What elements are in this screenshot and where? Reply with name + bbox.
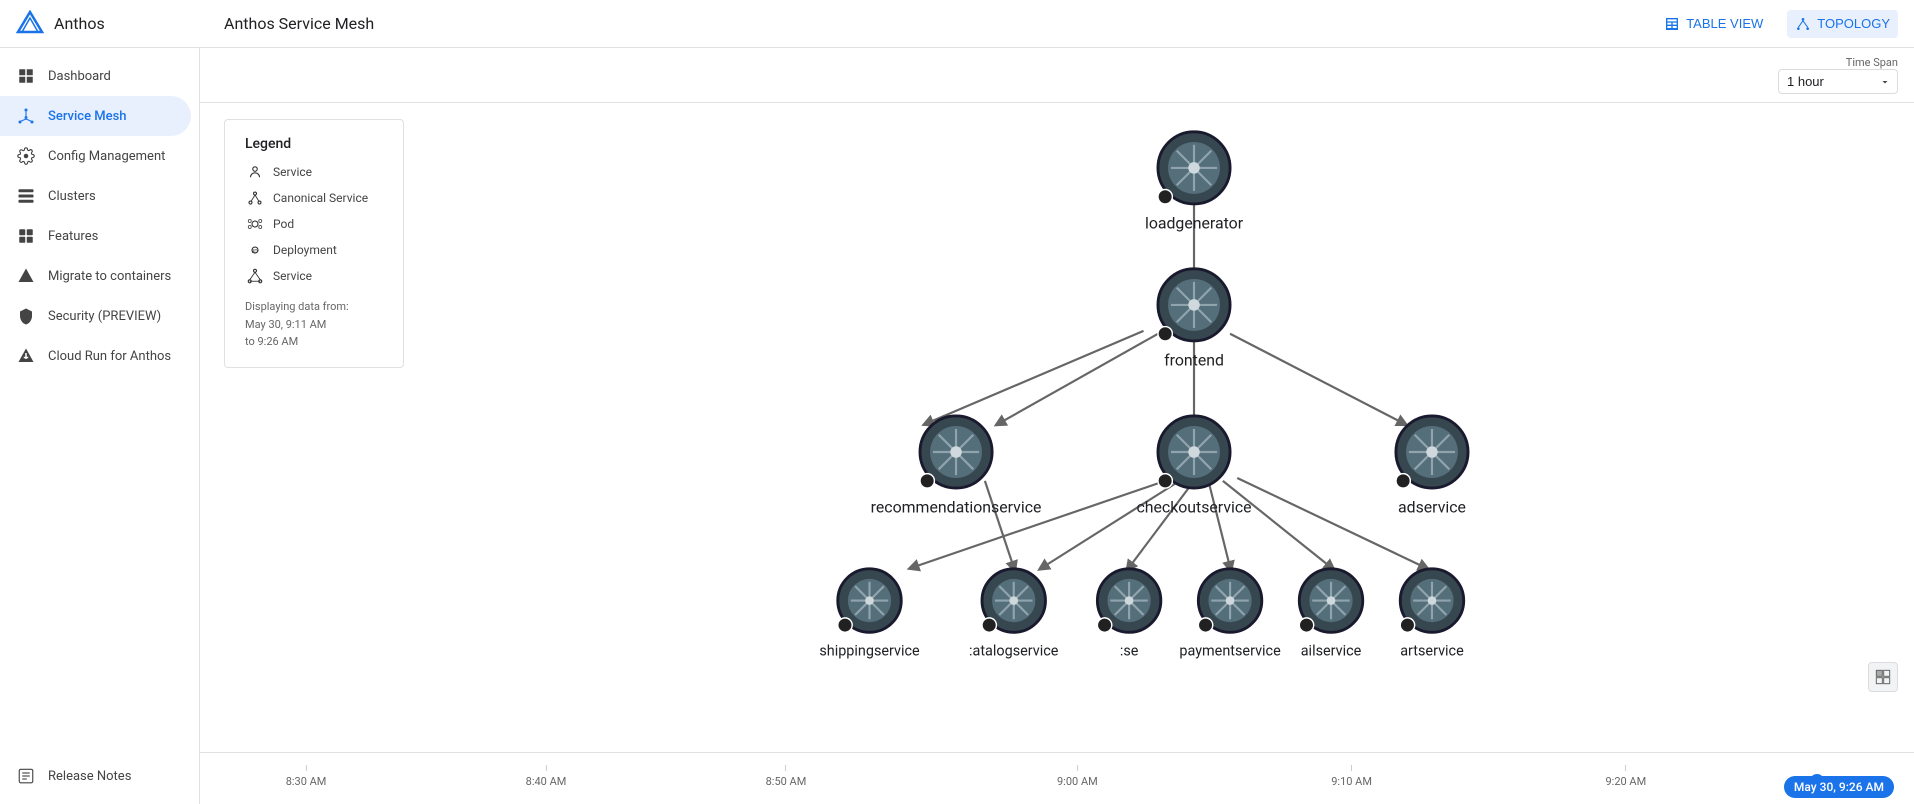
svg-text:paymentservice: paymentservice — [1179, 642, 1281, 659]
node-adservice[interactable]: adservice — [1396, 416, 1468, 517]
topbar: Anthos Anthos Service Mesh TABLE VIEW TO… — [0, 0, 1914, 48]
graph-area: Legend Service Canonical Service — [200, 103, 1914, 752]
timeline-label-850: 8:50 AM — [766, 775, 807, 788]
svg-text::se: :se — [1120, 642, 1139, 659]
node-currencyservice[interactable]: artservice — [1400, 569, 1464, 660]
svg-text:shippingservice: shippingservice — [819, 642, 920, 659]
clusters-label: Clusters — [48, 189, 96, 204]
node-catalogservice[interactable]: :atalogservice — [969, 569, 1059, 660]
sidebar-item-config-management[interactable]: Config Management — [0, 136, 191, 176]
sidebar-item-clusters[interactable]: Clusters — [0, 176, 191, 216]
app-title: Anthos — [54, 14, 105, 33]
security-icon — [16, 306, 36, 326]
dashboard-icon — [16, 66, 36, 86]
node-frontend[interactable]: frontend — [1158, 269, 1230, 370]
minimap-button[interactable] — [1868, 662, 1898, 692]
sidebar-item-migrate[interactable]: Migrate to containers — [0, 256, 191, 296]
security-label: Security (PREVIEW) — [48, 309, 161, 324]
node-recommendationservice[interactable]: recommendationservice — [871, 416, 1042, 517]
content-area: Time Span 1 hour 3 hours 6 hours 12 hour… — [200, 48, 1914, 804]
timeline-tick-900: 9:00 AM — [1057, 765, 1098, 788]
features-label: Features — [48, 229, 98, 244]
node-emailservice[interactable]: ailservice — [1299, 569, 1362, 660]
svg-text:ailservice: ailservice — [1301, 642, 1362, 659]
timeline-label-920: 9:20 AM — [1605, 775, 1646, 788]
sidebar-item-security[interactable]: Security (PREVIEW) — [0, 296, 191, 336]
cloud-run-label: Cloud Run for Anthos — [48, 349, 171, 364]
node-se[interactable]: :se — [1097, 569, 1160, 660]
timeline-inner: 8:30 AM 8:40 AM 8:50 AM 9:00 AM 9:10 AM — [200, 765, 1914, 804]
clusters-icon — [16, 186, 36, 206]
content-toolbar: Time Span 1 hour 3 hours 6 hours 12 hour… — [200, 48, 1914, 103]
node-loadgenerator[interactable]: loadgenerator — [1145, 132, 1244, 233]
cloud-run-icon — [16, 346, 36, 366]
sidebar-item-dashboard[interactable]: Dashboard — [0, 56, 191, 96]
timeline-tick-910: 9:10 AM — [1331, 765, 1372, 788]
sidebar-item-features[interactable]: Features — [0, 216, 191, 256]
svg-text:artservice: artservice — [1400, 642, 1464, 659]
svg-text:frontend: frontend — [1164, 350, 1224, 369]
migrate-icon — [16, 266, 36, 286]
dashboard-label: Dashboard — [48, 69, 111, 84]
config-icon — [16, 146, 36, 166]
time-span-select[interactable]: 1 hour 3 hours 6 hours 12 hours 1 day 7 … — [1778, 69, 1898, 94]
release-notes-label: Release Notes — [48, 769, 131, 784]
node-paymentservice[interactable]: paymentservice — [1179, 569, 1281, 660]
page-title: Anthos Service Mesh — [216, 14, 1656, 33]
sidebar-item-release-notes[interactable]: Release Notes — [0, 756, 191, 796]
migrate-label: Migrate to containers — [48, 269, 171, 284]
logo-area: Anthos — [16, 10, 216, 38]
main-layout: Dashboard Service Mesh Config Management… — [0, 48, 1914, 804]
sidebar: Dashboard Service Mesh Config Management… — [0, 48, 200, 804]
topology-graph[interactable]: loadgenerator frontend — [200, 103, 1914, 752]
svg-text:loadgenerator: loadgenerator — [1145, 213, 1244, 232]
config-management-label: Config Management — [48, 149, 165, 164]
svg-text:checkoutservice: checkoutservice — [1136, 498, 1251, 517]
timeline-current-badge: May 30, 9:26 AM — [1784, 776, 1894, 798]
service-mesh-icon — [16, 106, 36, 126]
table-view-label: TABLE VIEW — [1686, 16, 1763, 31]
timeline-label-900: 9:00 AM — [1057, 775, 1098, 788]
timeline-tick-850: 8:50 AM — [766, 765, 807, 788]
time-span-label: Time Span — [1846, 56, 1898, 69]
topology-icon — [1795, 16, 1811, 32]
timeline-label-840: 8:40 AM — [526, 775, 567, 788]
node-checkoutservice[interactable]: checkoutservice — [1136, 416, 1251, 517]
timeline-tick-830: 8:30 AM — [286, 765, 327, 788]
timeline-tick-920: 9:20 AM — [1605, 765, 1646, 788]
time-span-group: Time Span 1 hour 3 hours 6 hours 12 hour… — [1778, 56, 1898, 94]
anthos-logo-icon — [16, 10, 44, 38]
timeline-label-910: 9:10 AM — [1331, 775, 1372, 788]
node-shippingservice[interactable]: shippingservice — [819, 569, 920, 660]
timeline-label-830: 8:30 AM — [286, 775, 327, 788]
svg-text:recommendationservice: recommendationservice — [871, 498, 1042, 517]
features-icon — [16, 226, 36, 246]
svg-text:adservice: adservice — [1398, 498, 1466, 517]
notes-icon — [16, 766, 36, 786]
timeline: 8:30 AM 8:40 AM 8:50 AM 9:00 AM 9:10 AM — [200, 752, 1914, 804]
table-view-button[interactable]: TABLE VIEW — [1656, 10, 1771, 38]
topology-label: TOPOLOGY — [1817, 16, 1890, 31]
table-icon — [1664, 16, 1680, 32]
timeline-tick-840: 8:40 AM — [526, 765, 567, 788]
topology-button[interactable]: TOPOLOGY — [1787, 10, 1898, 38]
top-actions: TABLE VIEW TOPOLOGY — [1656, 10, 1898, 38]
service-mesh-label: Service Mesh — [48, 109, 127, 124]
minimap-icon — [1875, 669, 1891, 685]
sidebar-item-service-mesh[interactable]: Service Mesh — [0, 96, 191, 136]
sidebar-item-cloud-run[interactable]: Cloud Run for Anthos — [0, 336, 191, 376]
svg-text::atalogservice: :atalogservice — [969, 642, 1059, 659]
